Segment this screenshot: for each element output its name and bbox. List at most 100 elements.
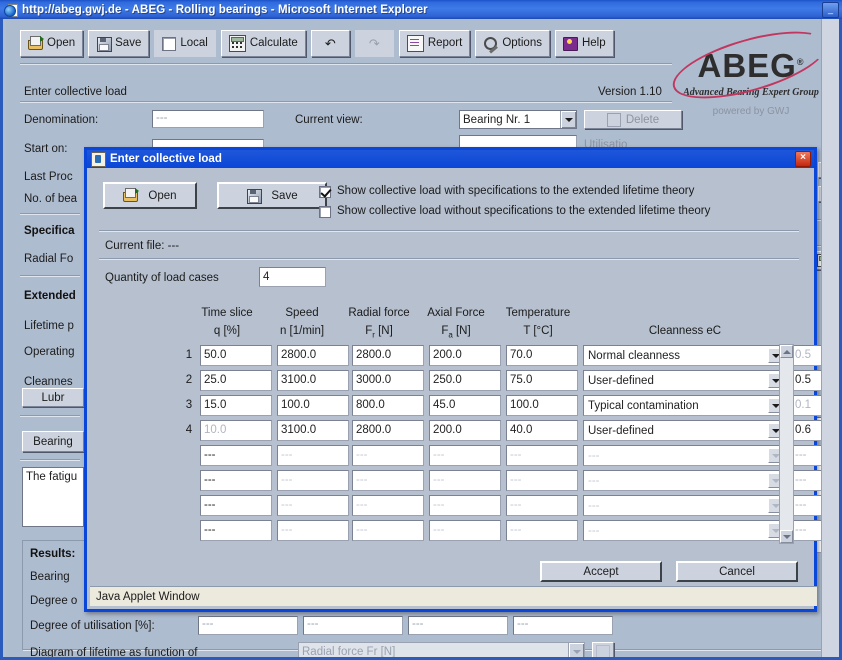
cell-speed[interactable]: --- bbox=[277, 445, 349, 466]
close-icon[interactable]: × bbox=[795, 151, 811, 167]
divider-ext bbox=[20, 275, 80, 276]
floppy-disk-icon-dialog bbox=[246, 188, 263, 204]
options-button[interactable]: Options bbox=[475, 30, 550, 57]
chart-icon bbox=[596, 645, 610, 657]
cell-radial-force[interactable]: 2800.0 bbox=[352, 345, 424, 366]
quantity-input[interactable]: 4 bbox=[259, 267, 326, 287]
help-button[interactable]: Help bbox=[554, 30, 614, 57]
cell-radial-force[interactable]: 2800.0 bbox=[352, 420, 424, 441]
cell-radial-force[interactable]: 3000.0 bbox=[352, 370, 424, 391]
cell-time-slice[interactable]: --- bbox=[200, 520, 272, 541]
chevron-down-icon-diagram[interactable] bbox=[568, 643, 584, 657]
dialog-save-button[interactable]: Save bbox=[217, 182, 327, 209]
accept-button[interactable]: Accept bbox=[540, 561, 662, 582]
cell-time-slice[interactable]: 25.0 bbox=[200, 370, 272, 391]
cell-temperature[interactable]: --- bbox=[506, 470, 578, 491]
dialog-open-button[interactable]: Open bbox=[103, 182, 197, 209]
cell-temperature[interactable]: 40.0 bbox=[506, 420, 578, 441]
cell-axial-force[interactable]: 45.0 bbox=[429, 395, 501, 416]
diagram-value: Radial force Fr [N] bbox=[302, 646, 396, 657]
cell-temperature[interactable]: --- bbox=[506, 445, 578, 466]
cell-speed[interactable]: --- bbox=[277, 495, 349, 516]
cell-radial-force[interactable]: --- bbox=[352, 520, 424, 541]
cell-radial-force[interactable]: --- bbox=[352, 470, 424, 491]
table-scrollbar[interactable] bbox=[779, 344, 794, 544]
bearing-button[interactable]: Bearing bbox=[22, 431, 84, 452]
browser-title: http://abeg.gwj.de - ABEG - Rolling bear… bbox=[22, 3, 428, 16]
cell-cleanness-combo[interactable]: User-defined bbox=[583, 420, 787, 441]
calculate-button[interactable]: Calculate bbox=[220, 30, 306, 57]
cell-cleanness-combo[interactable]: --- bbox=[583, 495, 787, 516]
cell-speed[interactable]: 2800.0 bbox=[277, 345, 349, 366]
cell-temperature[interactable]: 70.0 bbox=[506, 345, 578, 366]
checkbox-without-specs[interactable] bbox=[319, 206, 331, 218]
cell-speed[interactable]: 3100.0 bbox=[277, 420, 349, 441]
cell-radial-force[interactable]: --- bbox=[352, 445, 424, 466]
redo-button: ↷ bbox=[354, 30, 394, 57]
degree-value-4[interactable]: --- bbox=[513, 616, 613, 635]
scroll-up-arrow-icon[interactable] bbox=[780, 345, 793, 358]
minimize-button[interactable]: _ bbox=[822, 1, 839, 18]
cell-speed[interactable]: --- bbox=[277, 470, 349, 491]
cell-radial-force[interactable]: --- bbox=[352, 495, 424, 516]
open-button[interactable]: Open bbox=[20, 30, 84, 57]
cleanness-value: --- bbox=[588, 474, 600, 487]
cell-speed[interactable]: 3100.0 bbox=[277, 370, 349, 391]
cell-radial-force[interactable]: 800.0 bbox=[352, 395, 424, 416]
cell-time-slice[interactable]: 10.0 bbox=[200, 420, 272, 441]
trash-icon bbox=[606, 112, 621, 127]
checkbox-with-specs[interactable] bbox=[319, 186, 331, 198]
cell-axial-force[interactable]: 200.0 bbox=[429, 345, 501, 366]
start-on-label: Start on: bbox=[24, 143, 68, 155]
last-proc-label: Last Proc bbox=[24, 171, 73, 183]
current-view-combo[interactable]: Bearing Nr. 1 bbox=[459, 110, 577, 129]
chevron-down-icon[interactable] bbox=[560, 111, 576, 128]
cell-cleanness-combo[interactable]: Typical contamination bbox=[583, 395, 787, 416]
lubrication-button[interactable]: Lubr bbox=[22, 388, 84, 407]
radial-force-label: Radial Fo bbox=[24, 253, 74, 265]
cell-temperature[interactable]: --- bbox=[506, 520, 578, 541]
degree-value-2[interactable]: --- bbox=[303, 616, 403, 635]
cell-axial-force[interactable]: --- bbox=[429, 445, 501, 466]
app-toolbar: Open Save Local Calculate ↶ ↷ Report Opt… bbox=[20, 30, 619, 57]
report-document-icon bbox=[406, 35, 424, 52]
applet-status-text: Java Applet Window bbox=[96, 590, 200, 603]
denomination-field[interactable]: --- bbox=[152, 110, 264, 128]
cell-time-slice[interactable]: 50.0 bbox=[200, 345, 272, 366]
open-folder-icon bbox=[28, 36, 44, 51]
cell-cleanness-combo[interactable]: --- bbox=[583, 445, 787, 466]
cell-speed[interactable]: --- bbox=[277, 520, 349, 541]
cell-cleanness-combo[interactable]: Normal cleanness bbox=[583, 345, 787, 366]
local-checkbox[interactable]: Local bbox=[154, 30, 216, 57]
col-header-temperature-unit: T [°C] bbox=[523, 325, 553, 337]
divider-header bbox=[20, 101, 672, 102]
browser-vertical-scrollbar[interactable] bbox=[821, 19, 839, 657]
degree-value-3[interactable]: --- bbox=[408, 616, 508, 635]
cell-axial-force[interactable]: --- bbox=[429, 495, 501, 516]
cell-temperature[interactable]: --- bbox=[506, 495, 578, 516]
report-button[interactable]: Report bbox=[398, 30, 471, 57]
diagram-combo[interactable]: Radial force Fr [N] bbox=[298, 642, 585, 657]
cell-time-slice[interactable]: 15.0 bbox=[200, 395, 272, 416]
cell-temperature[interactable]: 100.0 bbox=[506, 395, 578, 416]
cell-temperature[interactable]: 75.0 bbox=[506, 370, 578, 391]
cell-time-slice[interactable]: --- bbox=[200, 470, 272, 491]
cell-cleanness-combo[interactable]: User-defined bbox=[583, 370, 787, 391]
cell-axial-force[interactable]: --- bbox=[429, 470, 501, 491]
cell-cleanness-combo[interactable]: --- bbox=[583, 470, 787, 491]
cancel-button[interactable]: Cancel bbox=[676, 561, 798, 582]
col-header-time-slice-top: Time slice bbox=[201, 307, 253, 319]
undo-button[interactable]: ↶ bbox=[310, 30, 350, 57]
cell-axial-force[interactable]: 200.0 bbox=[429, 420, 501, 441]
note-textarea[interactable]: The fatigu bbox=[22, 467, 84, 527]
degree-value-1[interactable]: --- bbox=[198, 616, 298, 635]
save-button[interactable]: Save bbox=[88, 30, 150, 57]
cell-time-slice[interactable]: --- bbox=[200, 495, 272, 516]
specification-title: Specifica bbox=[24, 225, 75, 237]
cell-axial-force[interactable]: --- bbox=[429, 520, 501, 541]
scroll-down-arrow-icon[interactable] bbox=[780, 530, 793, 543]
cell-axial-force[interactable]: 250.0 bbox=[429, 370, 501, 391]
cell-cleanness-combo[interactable]: --- bbox=[583, 520, 787, 541]
cell-time-slice[interactable]: --- bbox=[200, 445, 272, 466]
cell-speed[interactable]: 100.0 bbox=[277, 395, 349, 416]
